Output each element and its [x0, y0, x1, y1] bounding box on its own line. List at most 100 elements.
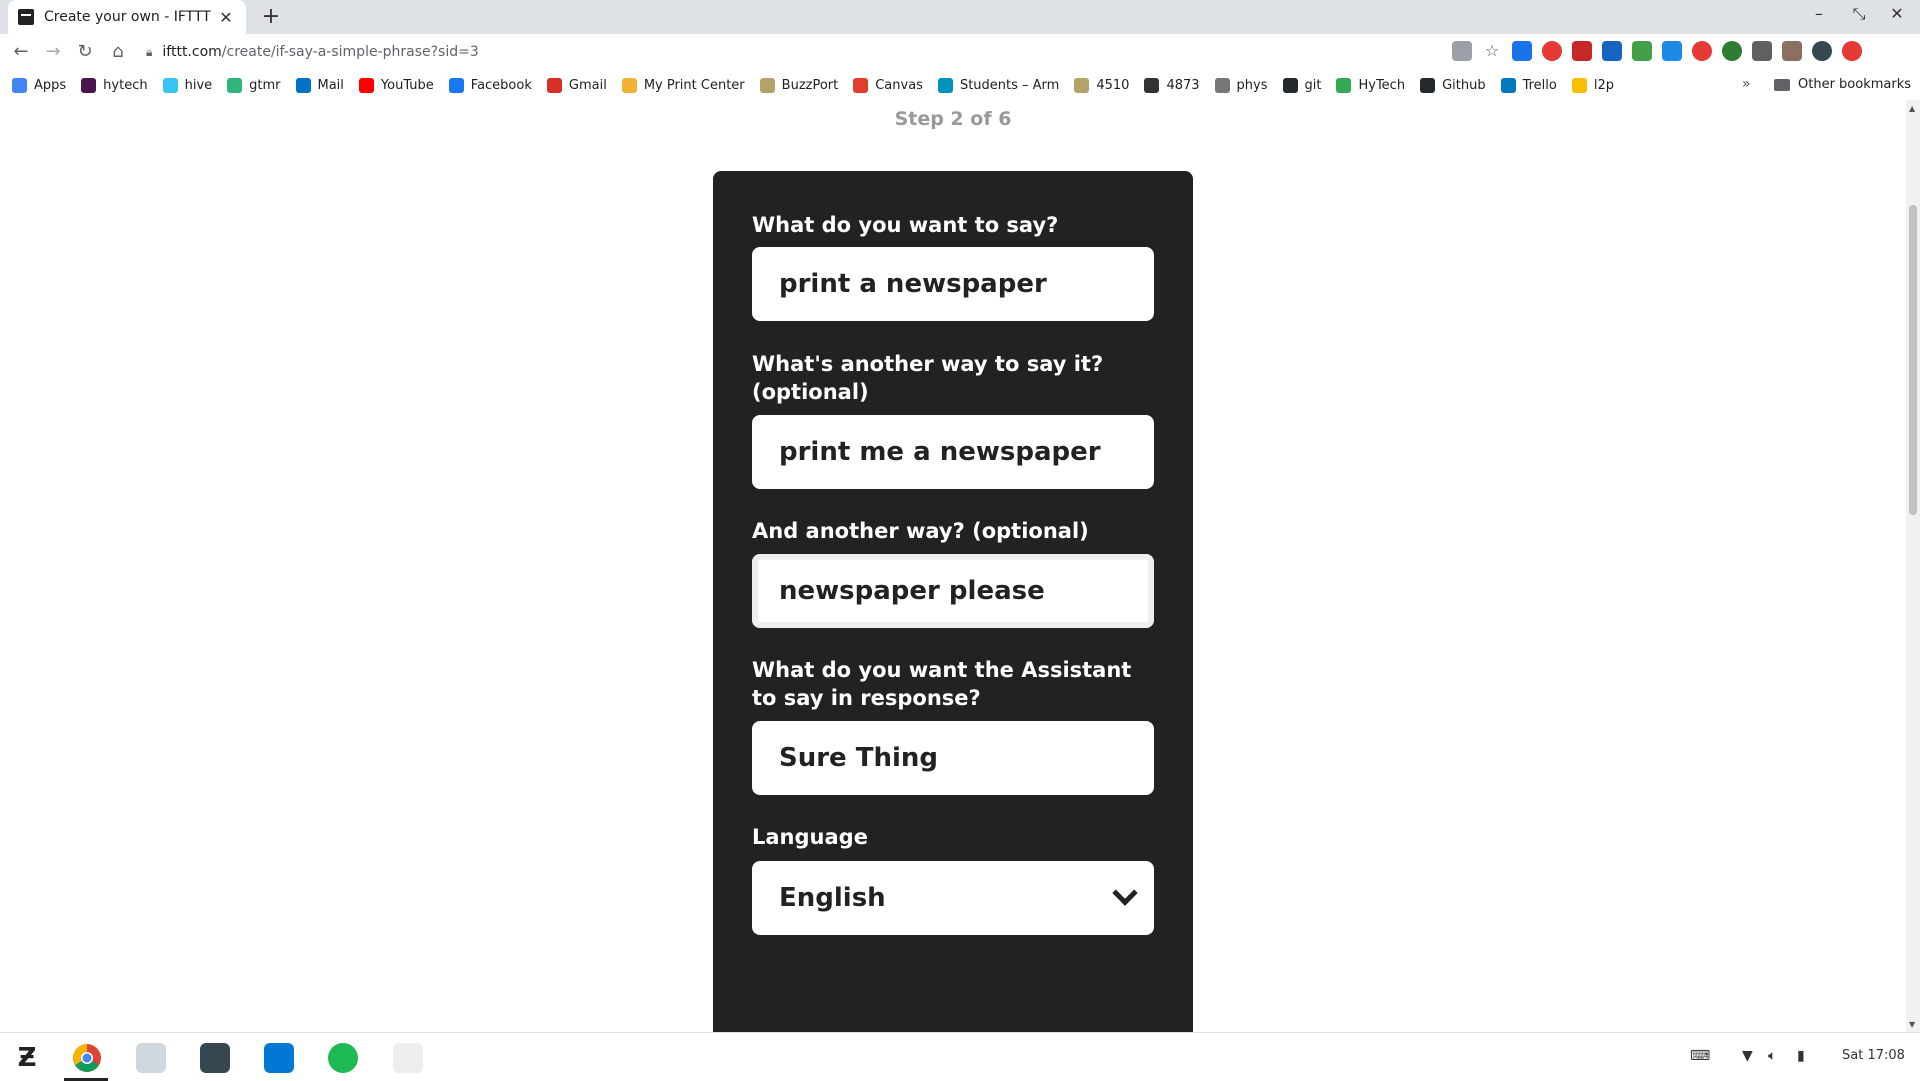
home-icon[interactable]: ⌂: [105, 40, 131, 64]
bookmark-item[interactable]: hive: [162, 77, 213, 93]
bookmark-favicon-icon: [1144, 77, 1160, 93]
text-editor-icon[interactable]: [393, 1043, 423, 1073]
other-bookmarks[interactable]: Other bookmarks: [1774, 77, 1911, 92]
alt-phrase-input[interactable]: print me a newspaper: [752, 415, 1154, 489]
response-input[interactable]: Sure Thing: [752, 721, 1154, 795]
tab-title: Create your own - IFTTT: [44, 9, 211, 25]
bookmark-item[interactable]: git: [1282, 77, 1321, 93]
bookmarks-overflow-icon[interactable]: »: [1742, 76, 1751, 92]
bookmark-label: BuzzPort: [781, 77, 839, 93]
battery-icon[interactable]: ▮: [1797, 1048, 1805, 1064]
bookmark-favicon-icon: [227, 77, 243, 93]
terminal-icon[interactable]: [200, 1043, 230, 1073]
files-icon[interactable]: [136, 1043, 166, 1073]
bookmark-label: hive: [184, 77, 213, 93]
bookmark-favicon-icon: [358, 77, 374, 93]
keyboard-icon[interactable]: ⌨: [1690, 1048, 1710, 1064]
volume-icon[interactable]: 🔈︎: [1768, 1048, 1776, 1064]
extension-icon[interactable]: [1512, 41, 1532, 61]
address-bar[interactable]: 🔒︎ ifttt.com/create/if-say-a-simple-phra…: [146, 38, 1450, 66]
bookmark-favicon-icon: [1500, 77, 1516, 93]
bookmark-item[interactable]: l2p: [1571, 77, 1614, 93]
star-icon[interactable]: ☆: [1482, 41, 1502, 61]
bookmark-favicon-icon: [295, 77, 311, 93]
bookmark-label: Apps: [34, 77, 67, 93]
bookmark-label: Gmail: [568, 77, 607, 93]
bookmark-item[interactable]: phys: [1214, 77, 1268, 93]
bookmark-label: l2p: [1593, 77, 1614, 93]
extension-icon[interactable]: [1602, 41, 1622, 61]
ifttt-favicon-icon: [18, 9, 34, 25]
scroll-up-icon[interactable]: ▲: [1909, 104, 1915, 113]
bookmark-item[interactable]: YouTube: [358, 77, 434, 93]
bookmark-item[interactable]: hytech: [81, 77, 148, 93]
phrase-input[interactable]: print a newspaper: [752, 247, 1154, 321]
page-scrollbar[interactable]: ▲ ▼: [1906, 100, 1920, 1032]
language-value: English: [779, 883, 886, 913]
bookmark-favicon-icon: [1282, 77, 1298, 93]
alt-phrase-label: What's another way to say it? (optional): [752, 352, 1104, 404]
bookmark-favicon-icon: [162, 77, 178, 93]
bookmark-item[interactable]: Facebook: [448, 77, 532, 93]
bookmark-item[interactable]: My Print Center: [621, 77, 745, 93]
tab-close-icon[interactable]: ✕: [216, 8, 236, 27]
alt-phrase-2-input[interactable]: newspaper please: [752, 554, 1154, 628]
minimize-icon[interactable]: –: [1807, 4, 1831, 23]
extension-icon[interactable]: [1572, 41, 1592, 61]
extension-icon[interactable]: [1782, 41, 1802, 61]
profile-avatar[interactable]: [1812, 41, 1832, 61]
bookmark-favicon-icon: [1571, 77, 1587, 93]
bookmark-favicon-icon: [759, 77, 775, 93]
forward-icon[interactable]: →: [40, 40, 66, 64]
bookmark-item[interactable]: Github: [1420, 77, 1486, 93]
lock-icon: 🔒︎: [146, 44, 153, 59]
adblock-icon[interactable]: [1542, 41, 1562, 61]
language-label: Language: [752, 825, 868, 849]
chrome-icon[interactable]: [72, 1043, 102, 1073]
reload-icon[interactable]: ↻: [72, 40, 98, 64]
new-tab-button[interactable]: +: [258, 4, 284, 29]
browser-tab[interactable]: Create your own - IFTTT ✕: [8, 0, 246, 34]
extension-icon[interactable]: [1692, 41, 1712, 61]
bookmark-item[interactable]: 4873: [1144, 77, 1200, 93]
bookmark-item[interactable]: Mail: [295, 77, 344, 93]
bookmark-favicon-icon: [81, 77, 97, 93]
phrase-label: What do you want to say?: [752, 213, 1059, 237]
wifi-icon[interactable]: ▼: [1742, 1048, 1753, 1064]
bookmark-favicon-icon: [853, 77, 869, 93]
bookmark-label: YouTube: [380, 77, 434, 93]
bookmark-label: phys: [1236, 77, 1268, 93]
bookmark-item[interactable]: gtmr: [227, 77, 281, 93]
translate-icon[interactable]: [1452, 41, 1472, 61]
bookmark-item[interactable]: Apps: [12, 77, 67, 93]
restore-icon[interactable]: ⤡: [1847, 4, 1871, 24]
window-close-icon[interactable]: ✕: [1885, 4, 1909, 23]
alt-phrase-2-label: And another way? (optional): [752, 519, 1089, 543]
bookmark-item[interactable]: Canvas: [853, 77, 923, 93]
launcher-icon[interactable]: Ƶ: [12, 1043, 42, 1073]
cast-icon[interactable]: [1752, 41, 1772, 61]
bookmarks-bar: Apps hytech hive gtmr Mail YouTube Facebook Gma…: [0, 70, 1920, 100]
back-icon[interactable]: ←: [8, 40, 34, 64]
bookmark-item[interactable]: BuzzPort: [759, 77, 839, 93]
bookmark-item[interactable]: 4510: [1074, 77, 1129, 93]
scroll-thumb[interactable]: [1909, 205, 1917, 515]
spotify-icon[interactable]: [328, 1043, 358, 1073]
language-select[interactable]: English: [752, 861, 1154, 935]
extension-icon[interactable]: [1662, 41, 1682, 61]
trigger-form-card: What do you want to say? print a newspap…: [713, 171, 1193, 1032]
bookmark-item[interactable]: Students – Arm: [937, 77, 1059, 93]
bookmark-item[interactable]: Trello: [1500, 77, 1557, 93]
bookmark-label: hytech: [103, 77, 148, 93]
vscode-icon[interactable]: [264, 1043, 294, 1073]
bookmark-item[interactable]: HyTech: [1336, 77, 1405, 93]
folder-icon: [1774, 78, 1790, 91]
clock[interactable]: Sat 17:08: [1842, 1048, 1905, 1063]
scroll-down-icon[interactable]: ▼: [1909, 1020, 1915, 1029]
update-icon[interactable]: [1842, 41, 1862, 61]
bookmark-label: 4873: [1166, 77, 1200, 93]
extension-icon[interactable]: [1722, 41, 1742, 61]
extension-icon[interactable]: [1632, 41, 1652, 61]
bookmark-label: Github: [1442, 77, 1486, 93]
bookmark-item[interactable]: Gmail: [546, 77, 607, 93]
